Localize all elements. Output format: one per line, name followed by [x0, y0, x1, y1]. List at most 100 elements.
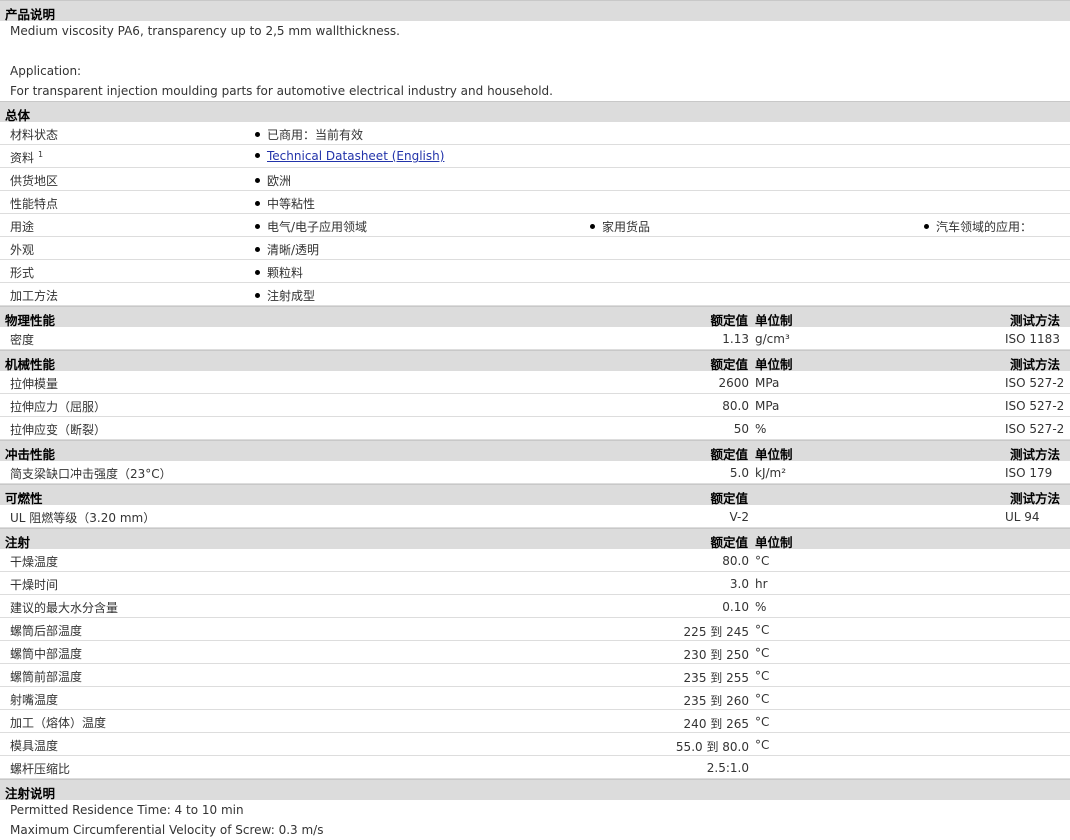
section-title: 注射说明: [5, 786, 56, 801]
row-value: 235 到 260: [683, 694, 749, 708]
bullet-item: 家用货品: [590, 218, 650, 235]
description-line: Medium viscosity PA6, transparency up to…: [10, 24, 400, 38]
bullet-icon: [255, 247, 260, 252]
row-label: 密度: [10, 333, 35, 347]
bullet-icon: [255, 224, 260, 229]
row-value: 1.13: [722, 332, 749, 346]
section-header-flammability: 可燃性 额定值 测试方法: [0, 484, 1070, 506]
table-row: 供货地区 欧洲: [0, 168, 1070, 191]
row-label: 供货地区: [10, 174, 59, 188]
row-value: 230 到 250: [683, 648, 749, 662]
row-value: 2600: [718, 376, 749, 390]
row-label: 拉伸应变（断裂）: [10, 423, 107, 437]
row-method: ISO 527-2: [1005, 399, 1065, 413]
row-label: 用途: [10, 220, 35, 234]
row-label: 加工（熔体）温度: [10, 716, 107, 730]
table-row: 形式 颗粒料: [0, 260, 1070, 283]
bullet-item: 电气/电子应用领域: [255, 218, 367, 235]
table-row: UL 阻燃等级（3.20 mm） V-2 UL 94: [0, 505, 1070, 528]
row-unit: °C: [755, 738, 770, 752]
row-label: 外观: [10, 243, 35, 257]
row-method: ISO 179: [1005, 466, 1053, 480]
row-unit: °C: [755, 554, 770, 568]
row-value: 80.0: [722, 554, 749, 568]
row-method: ISO 1183: [1005, 332, 1060, 346]
bullet-icon: [255, 270, 260, 275]
table-row: 拉伸应力（屈服） 80.0 MPa ISO 527-2: [0, 394, 1070, 417]
row-unit: °C: [755, 715, 770, 729]
table-row: 模具温度 55.0 到 80.0 °C: [0, 733, 1070, 756]
table-row: 性能特点 中等粘性: [0, 191, 1070, 214]
bullet-item: 欧洲: [255, 172, 291, 189]
row-label: 螺杆压缩比: [10, 762, 71, 776]
section-header-injection-notes: 注射说明: [0, 779, 1070, 801]
row-unit: g/cm³: [755, 332, 790, 346]
row-label: 性能特点: [10, 197, 59, 211]
row-value: V-2: [729, 510, 749, 524]
row-unit: °C: [755, 646, 770, 660]
application-label: Application:: [10, 64, 82, 78]
bullet-item: 中等粘性: [255, 195, 315, 212]
row-label: 材料状态: [10, 128, 59, 142]
table-row: 密度 1.13 g/cm³ ISO 1183: [0, 327, 1070, 350]
row-unit: hr: [755, 577, 768, 591]
table-row: 拉伸模量 2600 MPa ISO 527-2: [0, 371, 1070, 394]
row-label: 拉伸模量: [10, 377, 59, 391]
row-value: 0.10: [722, 600, 749, 614]
row-value: 235 到 255: [683, 671, 749, 685]
bullet-icon: [255, 132, 260, 137]
bullet-icon: [255, 178, 260, 183]
section-header-impact: 冲击性能 额定值 单位制 测试方法: [0, 440, 1070, 462]
row-label: 建议的最大水分含量: [10, 601, 119, 615]
bullet-icon: [924, 224, 929, 229]
row-unit: MPa: [755, 399, 780, 413]
table-row: 加工（熔体）温度 240 到 265 °C: [0, 710, 1070, 733]
section-header-general: 总体: [0, 101, 1070, 123]
row-unit: °C: [755, 623, 770, 637]
row-value: 225 到 245: [683, 625, 749, 639]
row-method: ISO 527-2: [1005, 422, 1065, 436]
application-text: For transparent injection moulding parts…: [10, 84, 553, 98]
bullet-item: 注射成型: [255, 287, 315, 304]
table-row: 用途 电气/电子应用领域 家用货品 汽车领域的应用：: [0, 214, 1070, 237]
table-row: 螺杆压缩比 2.5:1.0: [0, 756, 1070, 779]
bullet-icon: [255, 201, 260, 206]
bullet-item: 清晰/透明: [255, 241, 319, 258]
row-label: 加工方法: [10, 289, 59, 303]
table-row: 拉伸应变（断裂） 50 % ISO 527-2: [0, 417, 1070, 440]
row-label: 射嘴温度: [10, 693, 59, 707]
bullet-item: 汽车领域的应用：: [924, 218, 1032, 235]
row-method: UL 94: [1005, 510, 1040, 524]
row-value: 2.5:1.0: [706, 761, 749, 775]
table-row: 简支梁缺口冲击强度（23°C） 5.0 kJ/m² ISO 179: [0, 461, 1070, 484]
bullet-icon: [255, 293, 260, 298]
row-label: 螺筒前部温度: [10, 670, 83, 684]
row-label: 资料 1: [10, 150, 44, 165]
table-row: 干燥温度 80.0 °C: [0, 549, 1070, 572]
note-line: Maximum Circumferential Velocity of Scre…: [10, 823, 324, 837]
row-label: 形式: [10, 266, 35, 280]
row-unit: MPa: [755, 376, 780, 390]
table-row: 干燥时间 3.0 hr: [0, 572, 1070, 595]
bullet-item: Technical Datasheet (English): [255, 149, 444, 163]
row-unit: %: [755, 600, 767, 614]
row-unit: °C: [755, 669, 770, 683]
table-row: 螺筒后部温度 225 到 245 °C: [0, 618, 1070, 641]
row-label: 简支梁缺口冲击强度（23°C）: [10, 467, 172, 481]
row-value: 55.0 到 80.0: [675, 740, 749, 754]
table-row: 加工方法 注射成型: [0, 283, 1070, 306]
table-row: 材料状态 已商用：当前有效: [0, 122, 1070, 145]
datasheet-link[interactable]: Technical Datasheet (English): [267, 149, 444, 163]
table-row: 外观 清晰/透明: [0, 237, 1070, 260]
row-unit: °C: [755, 692, 770, 706]
note-line: Permitted Residence Time: 4 to 10 min: [10, 803, 244, 817]
bullet-item: 已商用：当前有效: [255, 126, 363, 143]
row-label: 螺筒后部温度: [10, 624, 83, 638]
row-value: 80.0: [722, 399, 749, 413]
footnote-marker: 1: [38, 150, 44, 159]
row-value: 240 到 265: [683, 717, 749, 731]
table-row: 螺筒前部温度 235 到 255 °C: [0, 664, 1070, 687]
row-value: 50: [733, 422, 749, 436]
row-label: 拉伸应力（屈服）: [10, 400, 107, 414]
row-label: 螺筒中部温度: [10, 647, 83, 661]
